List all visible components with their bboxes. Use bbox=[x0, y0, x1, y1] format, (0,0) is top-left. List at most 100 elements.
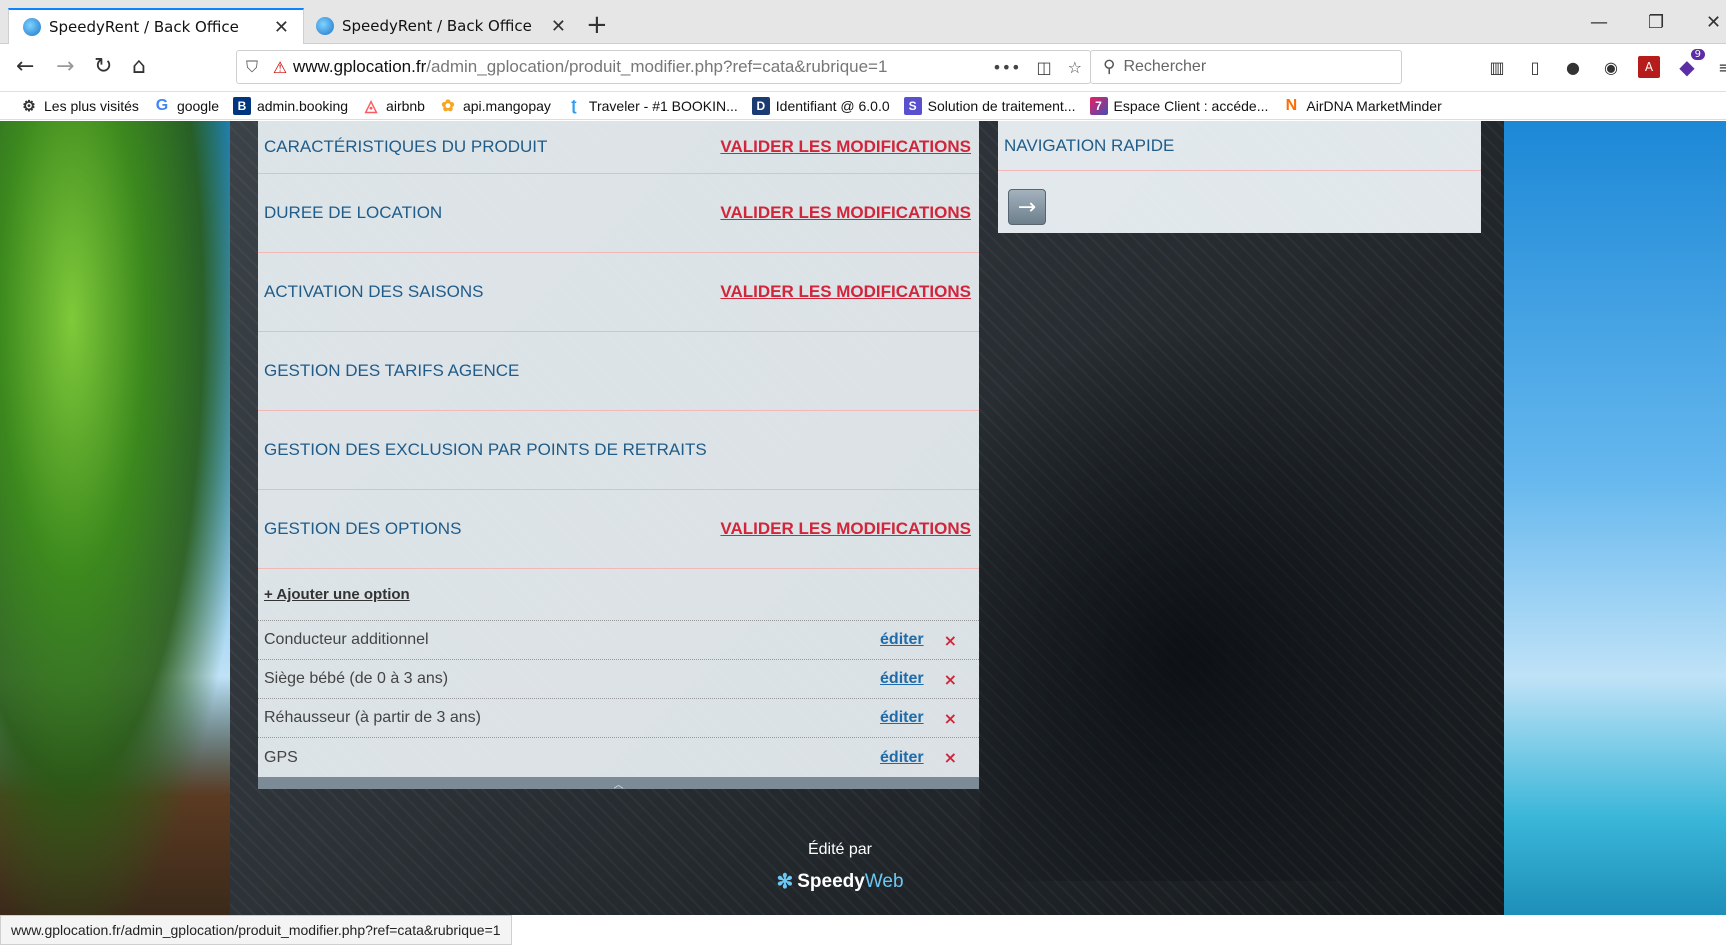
add-option-link[interactable]: + Ajouter une option bbox=[264, 586, 410, 603]
gear-icon: ⚙ bbox=[22, 97, 36, 115]
bookmark-airdna[interactable]: N AirDNA MarketMinder bbox=[1282, 97, 1442, 115]
option-name: Réhausseur (à partir de 3 ans) bbox=[264, 709, 481, 726]
edited-by-label: Édité par bbox=[807, 841, 873, 858]
bookmark-traveler[interactable]: ʈ Traveler - #1 BOOKIN... bbox=[565, 97, 738, 115]
quick-navigation-panel: NAVIGATION RAPIDE → bbox=[998, 121, 1481, 233]
bookmark-label: Solution de traitement... bbox=[927, 97, 1076, 114]
bookmark-espace-client[interactable]: 7 Espace Client : accéde... bbox=[1089, 96, 1269, 115]
bookmark-airbnb[interactable]: ◬ airbnb bbox=[362, 97, 425, 115]
validate-button[interactable]: VALIDER LES MODIFICATIONS bbox=[720, 203, 971, 223]
menu-icon[interactable]: ≡ bbox=[1714, 56, 1726, 78]
section-duree-location[interactable]: DUREE DE LOCATION VALIDER LES MODIFICATI… bbox=[258, 174, 979, 253]
tab-speedyrent-2[interactable]: SpeedyRent / Back Office ✕ bbox=[302, 8, 580, 44]
brand-part-2: Web bbox=[864, 870, 904, 892]
section-activation-saisons[interactable]: ACTIVATION DES SAISONS VALIDER LES MODIF… bbox=[258, 253, 979, 332]
booking-icon: B bbox=[232, 96, 251, 115]
search-input[interactable]: ⚲ Rechercher bbox=[1090, 50, 1402, 84]
bookmark-solution[interactable]: S Solution de traitement... bbox=[903, 96, 1076, 115]
bookmark-label: airbnb bbox=[386, 97, 425, 114]
pocket-icon[interactable]: ◫ bbox=[1029, 58, 1060, 77]
bookmark-admin-booking[interactable]: Badmin.booking bbox=[232, 96, 348, 115]
bookmark-api-mangopay[interactable]: ✿ api.mangopay bbox=[439, 97, 551, 115]
section-title[interactable]: GESTION DES EXCLUSION PAR POINTS DE RETR… bbox=[264, 440, 707, 460]
reload-icon[interactable]: ↻ bbox=[94, 54, 112, 80]
bookmark-les-plus-visites[interactable]: ⚙ Les plus visités bbox=[20, 97, 139, 115]
delete-icon[interactable]: × bbox=[944, 748, 957, 767]
extension-badge: 9 bbox=[1690, 49, 1705, 60]
delete-icon[interactable]: × bbox=[944, 670, 957, 689]
bookmark-star-icon[interactable]: ☆ bbox=[1060, 58, 1090, 77]
edit-option-link[interactable]: éditer bbox=[880, 749, 924, 767]
quick-navigation-title: NAVIGATION RAPIDE bbox=[1004, 135, 1175, 155]
url-domain: www.gplocation.fr bbox=[293, 57, 427, 76]
pdf-icon[interactable]: A bbox=[1638, 56, 1660, 78]
search-icon: ⚲ bbox=[1103, 57, 1116, 76]
puzzle-icon[interactable]: ◆ 9 bbox=[1676, 49, 1705, 79]
airbnb-icon: ◬ bbox=[364, 97, 378, 115]
section-exclusion-points-retraits[interactable]: GESTION DES EXCLUSION PAR POINTS DE RETR… bbox=[258, 411, 979, 490]
option-row: Réhausseur (à partir de 3 ans) éditer × bbox=[258, 699, 979, 738]
globe-icon bbox=[23, 18, 41, 36]
navigation-bar: ← → ↻ ⌂ ⛉ ⚠ www.gplocation.fr/admin_gplo… bbox=[0, 44, 1726, 92]
new-tab-button[interactable]: + bbox=[586, 12, 608, 38]
bookmark-label: google bbox=[176, 97, 219, 114]
toolbar-icons: ▥ ▯ ● ◉ A ◆ 9 ≡ bbox=[1486, 49, 1726, 79]
status-bar: www.gplocation.fr/admin_gplocation/produ… bbox=[0, 915, 512, 945]
add-option-row: + Ajouter une option bbox=[258, 569, 979, 621]
edit-option-link[interactable]: éditer bbox=[880, 709, 924, 727]
minimize-icon[interactable]: — bbox=[1590, 12, 1608, 33]
sidebar-icon[interactable]: ▯ bbox=[1524, 56, 1546, 78]
status-url: www.gplocation.fr/admin_gplocation/produ… bbox=[11, 922, 501, 938]
section-title[interactable]: DUREE DE LOCATION bbox=[264, 203, 442, 223]
section-title[interactable]: GESTION DES OPTIONS bbox=[264, 519, 461, 539]
restore-icon[interactable]: ❐ bbox=[1648, 12, 1664, 33]
options-list: + Ajouter une option Conducteur addition… bbox=[258, 569, 979, 777]
section-title[interactable]: ACTIVATION DES SAISONS bbox=[264, 282, 483, 302]
library-icon[interactable]: ▥ bbox=[1486, 56, 1508, 78]
edit-option-link[interactable]: éditer bbox=[880, 631, 924, 649]
bookmark-identifiant[interactable]: D Identifiant @ 6.0.0 bbox=[751, 96, 890, 115]
insecure-lock-icon[interactable]: ⚠ bbox=[267, 58, 293, 77]
bookmark-google[interactable]: Ggoogle bbox=[153, 97, 219, 115]
go-arrow-button[interactable]: → bbox=[1008, 189, 1046, 225]
collapse-handle[interactable]: ︿ bbox=[258, 777, 979, 791]
option-row: Siège bébé (de 0 à 3 ans) éditer × bbox=[258, 660, 979, 699]
search-placeholder: Rechercher bbox=[1123, 58, 1207, 75]
option-name: Siège bébé (de 0 à 3 ans) bbox=[264, 670, 449, 687]
product-edit-column: CARACTÉRISTIQUES DU PRODUIT VALIDER LES … bbox=[258, 121, 979, 791]
section-caracteristiques[interactable]: CARACTÉRISTIQUES DU PRODUIT VALIDER LES … bbox=[258, 121, 979, 174]
forward-arrow-icon[interactable]: → bbox=[56, 54, 74, 80]
page-actions-icon[interactable]: ••• bbox=[984, 58, 1028, 77]
brand-part-1: Speedy bbox=[797, 870, 865, 892]
back-arrow-icon[interactable]: ← bbox=[16, 54, 34, 80]
validate-button[interactable]: VALIDER LES MODIFICATIONS bbox=[720, 137, 971, 157]
bookmark-label: Espace Client : accéde... bbox=[1113, 97, 1269, 114]
mangopay-icon: ✿ bbox=[441, 97, 455, 115]
home-icon[interactable]: ⌂ bbox=[132, 54, 146, 80]
delete-icon[interactable]: × bbox=[944, 709, 957, 728]
validate-button[interactable]: VALIDER LES MODIFICATIONS bbox=[720, 282, 971, 302]
tab-speedyrent-1[interactable]: SpeedyRent / Back Office ✕ bbox=[8, 8, 304, 44]
section-tarifs-agence[interactable]: GESTION DES TARIFS AGENCE bbox=[258, 332, 979, 411]
background-clouds bbox=[980, 321, 1500, 881]
identifiant-icon: D bbox=[751, 96, 770, 115]
delete-icon[interactable]: × bbox=[944, 631, 957, 650]
speedyweb-logo[interactable]: ✻ Speedy Web bbox=[760, 869, 920, 894]
url-bar[interactable]: ⛉ ⚠ www.gplocation.fr/admin_gplocation/p… bbox=[236, 50, 1091, 84]
edit-option-link[interactable]: éditer bbox=[880, 670, 924, 688]
section-title[interactable]: GESTION DES TARIFS AGENCE bbox=[264, 361, 519, 381]
close-icon[interactable]: ✕ bbox=[274, 17, 289, 38]
close-icon[interactable]: ✕ bbox=[551, 16, 566, 37]
window-close-icon[interactable]: ✕ bbox=[1706, 12, 1721, 33]
account-icon[interactable]: ◉ bbox=[1600, 56, 1622, 78]
validate-button[interactable]: VALIDER LES MODIFICATIONS bbox=[720, 519, 971, 539]
section-title[interactable]: CARACTÉRISTIQUES DU PRODUIT bbox=[264, 137, 547, 157]
section-gestion-options[interactable]: GESTION DES OPTIONS VALIDER LES MODIFICA… bbox=[258, 490, 979, 569]
bookmark-label: Traveler - #1 BOOKIN... bbox=[588, 97, 738, 114]
tab-label: SpeedyRent / Back Office bbox=[342, 17, 532, 35]
extension-icon[interactable]: ● bbox=[1562, 56, 1584, 78]
url-text[interactable]: www.gplocation.fr/admin_gplocation/produ… bbox=[293, 57, 984, 77]
chevron-up-icon: ︿ bbox=[613, 779, 624, 791]
option-name: GPS bbox=[264, 748, 298, 766]
shield-icon[interactable]: ⛉ bbox=[237, 57, 267, 77]
